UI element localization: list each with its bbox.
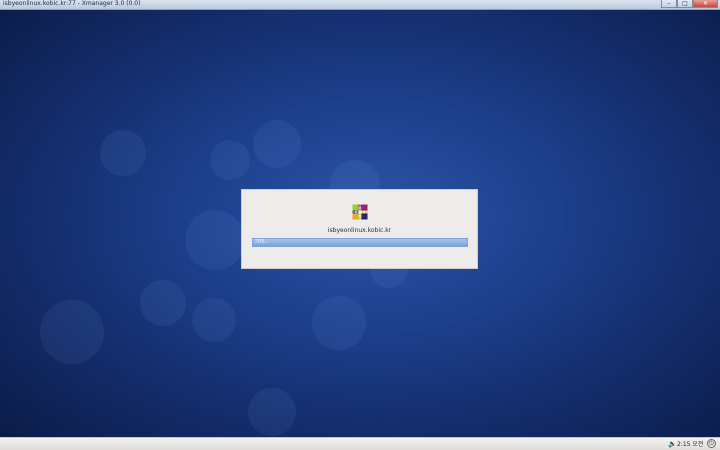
background-bokeh: [210, 140, 250, 180]
window-title-bar[interactable]: isbyeonlinux.kobic.kr:77 - Xmanager 3.0 …: [0, 0, 720, 10]
bottom-panel: 🔈 2:15 오전 ⏻: [0, 437, 720, 450]
maximize-button[interactable]: □: [677, 0, 693, 8]
hostname-label: isbyeonlinux.kobic.kr: [327, 227, 392, 234]
background-bokeh: [40, 300, 104, 364]
minimize-icon: –: [667, 0, 671, 7]
close-button[interactable]: ✕: [693, 0, 718, 8]
desktop-screen: isbyeonlinux.kobic.kr:77 - Xmanager 3.0 …: [0, 0, 720, 450]
maximize-icon: □: [682, 0, 688, 7]
close-icon: ✕: [702, 0, 709, 7]
background-bokeh: [192, 298, 236, 342]
power-icon[interactable]: ⏻: [707, 439, 716, 448]
window-title: isbyeonlinux.kobic.kr:77 - Xmanager 3.0 …: [3, 0, 141, 7]
user-select-field[interactable]: 기타...: [252, 238, 468, 247]
background-bokeh: [185, 210, 245, 270]
login-dialog: isbyeonlinux.kobic.kr 기타...: [241, 189, 478, 269]
background-bokeh: [100, 130, 146, 176]
background-bokeh: [248, 388, 296, 436]
volume-icon[interactable]: 🔈: [668, 440, 677, 449]
minimize-button[interactable]: –: [661, 0, 677, 8]
centos-logo-icon: [351, 203, 369, 221]
background-bokeh: [253, 120, 301, 168]
clock[interactable]: 2:15 오전: [677, 440, 703, 449]
background-bokeh: [312, 296, 366, 350]
background-bokeh: [140, 280, 186, 326]
